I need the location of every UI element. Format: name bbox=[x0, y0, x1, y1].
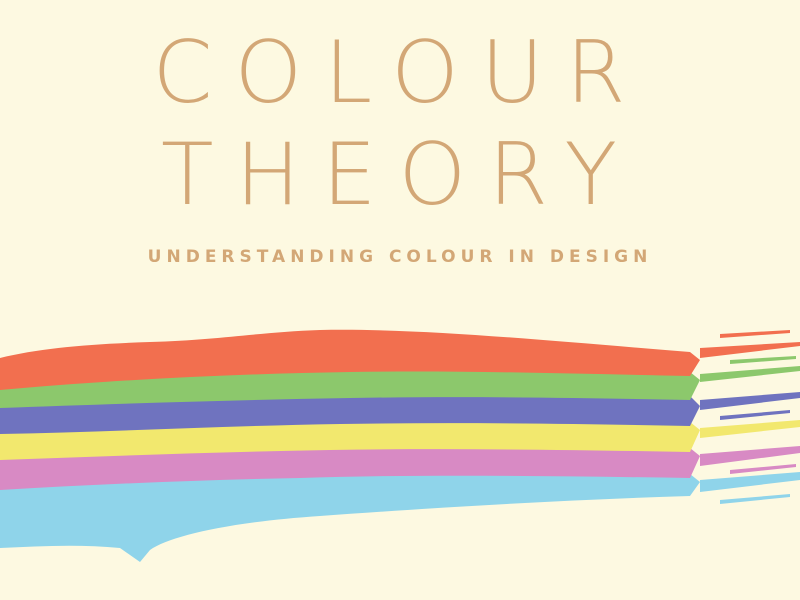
splatter-orange-2 bbox=[720, 330, 790, 338]
subtitle: UNDERSTANDING COLOUR IN DESIGN bbox=[147, 247, 653, 267]
splatter-light-blue-2 bbox=[720, 494, 790, 504]
splatter-pink bbox=[700, 446, 800, 466]
title-line-colour: COLOUR bbox=[152, 23, 648, 123]
cover-page: COLOUR THEORY UNDERSTANDING COLOUR IN DE… bbox=[0, 0, 800, 600]
splatter-yellow bbox=[700, 420, 800, 438]
splatter-blue-2 bbox=[720, 410, 790, 420]
splatter-blue bbox=[700, 392, 800, 410]
rainbow-brush-strokes bbox=[0, 329, 800, 562]
title-line-theory: THEORY bbox=[160, 125, 639, 225]
stroke-light-blue bbox=[0, 470, 700, 562]
splatter-pink-2 bbox=[730, 464, 796, 474]
splatter-light-blue bbox=[700, 472, 800, 492]
splatter-orange bbox=[700, 342, 800, 358]
splatter-green bbox=[700, 366, 800, 382]
splatter-green-2 bbox=[730, 356, 796, 364]
